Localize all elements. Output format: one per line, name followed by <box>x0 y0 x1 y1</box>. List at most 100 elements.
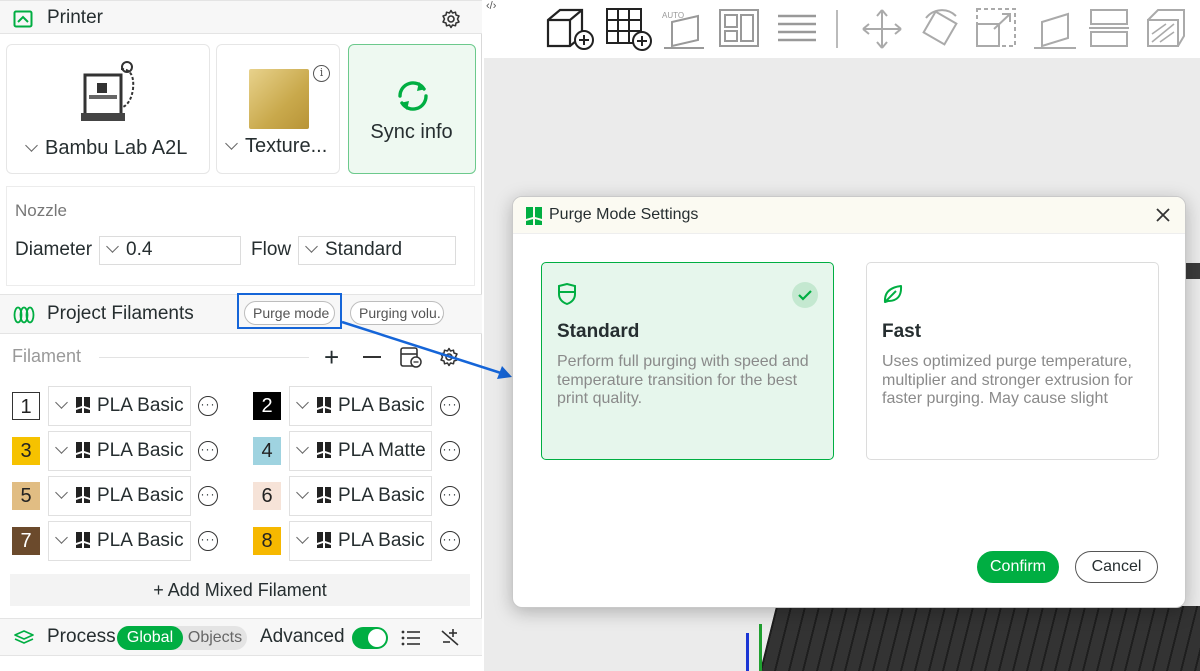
filament-color-slot[interactable]: 4 <box>253 437 281 465</box>
advanced-toggle[interactable] <box>352 627 388 649</box>
filaments-title: Project Filaments <box>47 303 194 324</box>
sync-label: Sync info <box>370 121 453 143</box>
filament-select[interactable]: PLA Basic <box>48 521 191 561</box>
top-toolbar: AUTO <box>540 0 1200 58</box>
printer-card[interactable]: Bambu Lab A2L <box>6 44 210 174</box>
auto-orient-icon[interactable]: AUTO <box>658 6 710 52</box>
filament-spool-icon <box>13 306 35 324</box>
filament-color-slot[interactable]: 3 <box>12 437 40 465</box>
chevron-down-icon <box>305 240 318 253</box>
plate-label-chip <box>1184 263 1200 279</box>
bambu-logo-icon <box>76 397 90 413</box>
more-options-icon[interactable]: ··· <box>198 441 218 461</box>
standard-option-card[interactable]: Standard Perform full purging with speed… <box>541 262 834 460</box>
cut-icon[interactable] <box>1088 6 1130 52</box>
add-cube-icon[interactable] <box>544 6 596 52</box>
printer-select[interactable]: Bambu Lab A2L <box>25 137 187 160</box>
scale-icon[interactable] <box>974 6 1020 52</box>
shield-icon <box>558 283 576 305</box>
filament-color-slot[interactable]: 8 <box>253 527 281 555</box>
objects-tab[interactable]: Objects <box>183 626 247 650</box>
textured-plate-image <box>249 69 309 129</box>
printer-title: Printer <box>47 7 103 28</box>
filament-select[interactable]: PLA Basic <box>289 521 432 561</box>
printer-settings-gear-icon[interactable] <box>441 9 461 29</box>
diameter-label: Diameter <box>15 239 93 260</box>
more-options-icon[interactable]: ··· <box>440 396 460 416</box>
sync-info-button[interactable]: Sync info <box>348 44 476 174</box>
chevron-down-icon <box>55 531 68 544</box>
more-options-icon[interactable]: ··· <box>440 486 460 506</box>
more-options-icon[interactable]: ··· <box>440 441 460 461</box>
move-icon[interactable] <box>858 6 906 52</box>
info-icon[interactable]: i <box>313 65 330 82</box>
add-grid-icon[interactable] <box>604 6 654 52</box>
standard-title: Standard <box>557 321 640 342</box>
chevron-down-icon <box>296 441 309 454</box>
more-options-icon[interactable]: ··· <box>198 486 218 506</box>
filament-name: PLA Basic <box>338 395 425 416</box>
filament-name: PLA Basic <box>338 530 425 551</box>
flow-select[interactable]: Standard <box>298 236 456 265</box>
global-tab[interactable]: Global <box>117 626 183 650</box>
close-icon[interactable] <box>1155 207 1171 223</box>
annotation-arrow <box>341 320 512 379</box>
filament-color-slot[interactable]: 7 <box>12 527 40 555</box>
paint-support-icon[interactable] <box>1140 6 1186 52</box>
filament-select[interactable]: PLA Matte <box>289 431 432 471</box>
printer-image <box>81 61 135 121</box>
more-options-icon[interactable]: ··· <box>198 531 218 551</box>
global-objects-toggle[interactable]: Global Objects <box>117 626 247 650</box>
divider <box>99 357 309 358</box>
plate-card[interactable]: i Texture... <box>216 44 340 174</box>
compare-settings-icon[interactable] <box>440 628 460 648</box>
flow-value: Standard <box>325 239 403 260</box>
advanced-label: Advanced <box>260 626 345 647</box>
leaf-icon <box>883 285 903 303</box>
filament-select[interactable]: PLA Basic <box>289 386 432 426</box>
nozzle-card: Nozzle Diameter 0.4 Flow Standard <box>6 186 475 286</box>
fast-title: Fast <box>882 321 922 342</box>
filament-color-slot[interactable]: 2 <box>253 392 281 420</box>
more-options-icon[interactable]: ··· <box>440 531 460 551</box>
filament-name: PLA Basic <box>97 395 184 416</box>
y-axis <box>759 624 762 671</box>
diameter-select[interactable]: 0.4 <box>99 236 241 265</box>
purge-mode-button[interactable]: Purge mode <box>244 301 335 325</box>
process-title: Process <box>47 626 116 647</box>
filament-select[interactable]: PLA Basic <box>48 386 191 426</box>
plate-select[interactable]: Texture... <box>225 135 327 158</box>
nozzle-label: Nozzle <box>15 201 67 220</box>
more-options-icon[interactable]: ··· <box>198 396 218 416</box>
add-mixed-filament-button[interactable]: + Add Mixed Filament <box>10 574 470 606</box>
confirm-button[interactable]: Confirm <box>977 551 1059 583</box>
fast-description: Uses optimized purge temperature, multip… <box>882 353 1133 407</box>
filament-color-slot[interactable]: 5 <box>12 482 40 510</box>
collapse-sidebar-icon[interactable]: ‹/› <box>486 0 496 12</box>
z-axis <box>746 633 749 671</box>
printer-icon <box>13 10 33 28</box>
filament-name: PLA Basic <box>97 530 184 551</box>
cancel-button[interactable]: Cancel <box>1075 551 1158 583</box>
toggle-knob <box>368 629 386 647</box>
list-icon[interactable] <box>401 629 421 647</box>
chevron-down-icon <box>296 531 309 544</box>
filament-list-label: Filament <box>12 346 82 366</box>
filament-select[interactable]: PLA Basic <box>48 476 191 516</box>
bambu-logo-icon <box>76 532 90 548</box>
arrange-icon[interactable] <box>718 6 760 52</box>
layers-list-icon[interactable] <box>776 6 818 52</box>
add-filament-icon[interactable]: + <box>324 344 339 370</box>
fast-option-card[interactable]: Fast Uses optimized purge temperature, m… <box>866 262 1159 460</box>
filament-color-slot[interactable]: 1 <box>12 392 40 420</box>
process-content <box>0 656 482 671</box>
bambu-logo-icon <box>317 532 331 548</box>
filament-color-slot[interactable]: 6 <box>253 482 281 510</box>
chevron-down-icon <box>25 139 38 152</box>
filament-select[interactable]: PLA Basic <box>48 431 191 471</box>
selected-check-icon <box>792 282 818 308</box>
diameter-value: 0.4 <box>126 239 153 260</box>
rotate-icon[interactable] <box>916 6 966 52</box>
filament-select[interactable]: PLA Basic <box>289 476 432 516</box>
lay-on-face-icon[interactable] <box>1030 6 1080 52</box>
